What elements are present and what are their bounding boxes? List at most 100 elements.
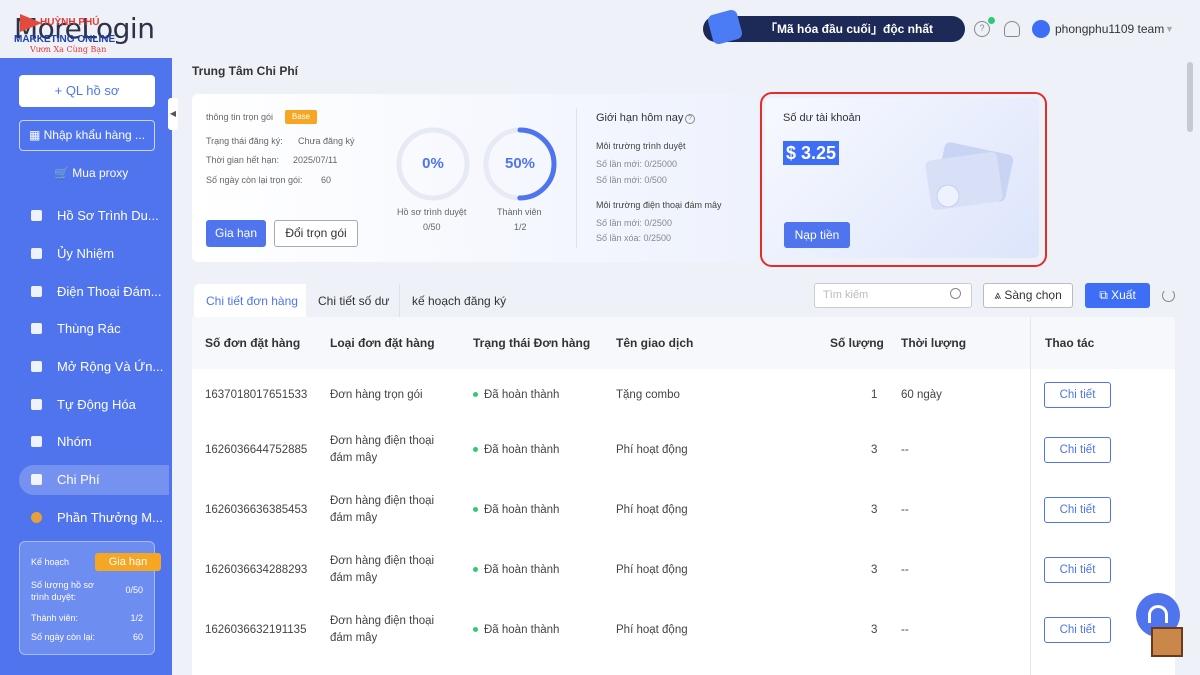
watermark-line2: MARKETING ONLINE — [14, 34, 116, 45]
sidebar-item-trash[interactable]: Thùng Rác — [19, 314, 169, 344]
plan-members-value: 1/2 — [130, 613, 143, 623]
sidebar-item-delegate[interactable]: Ủy Nhiệm — [19, 239, 169, 269]
status-dot — [473, 627, 478, 633]
detail-button[interactable]: Chi tiết — [1044, 617, 1111, 643]
username[interactable]: phongphu1109 team — [1055, 22, 1164, 36]
new-profile-button[interactable]: + QL hồ sơ — [19, 75, 155, 107]
table-row: 1626036632191135 Đơn hàng điện thoại đám… — [192, 602, 1175, 662]
tab-balance-details[interactable]: Chi tiết số dư — [306, 284, 402, 318]
duration: -- — [901, 444, 909, 456]
sidebar-item-extensions[interactable]: Mở Rộng Và Ứn... — [19, 352, 169, 382]
detail-button[interactable]: Chi tiết — [1044, 437, 1111, 463]
renew-button[interactable]: Gia hạn — [206, 220, 266, 247]
refresh-icon[interactable] — [1162, 289, 1175, 302]
plan-title: Kế hoạch — [31, 557, 70, 567]
online-dot — [988, 17, 995, 24]
members-gauge-value: 50% — [504, 155, 536, 172]
browser-env-label: Môi trường trình duyệt — [596, 141, 686, 151]
info-icon[interactable]: ? — [685, 114, 695, 124]
import-button[interactable]: ▦ Nhập khẩu hàng ... — [19, 120, 155, 151]
cost-icon — [31, 474, 42, 485]
orders-table: Số đơn đặt hàng Loại đơn đặt hàng Trạng … — [192, 317, 1175, 675]
sidebar-collapse-button[interactable]: ◀ — [168, 98, 178, 130]
filter-button[interactable]: ⩓ Sàng chọn — [983, 283, 1073, 308]
detail-button[interactable]: Chi tiết — [1044, 382, 1111, 408]
sidebar-item-label: Phần Thưởng M... — [57, 510, 163, 525]
scrollbar[interactable] — [1187, 62, 1193, 132]
profiles-gauge-sub: 0/50 — [423, 222, 441, 232]
help-circle-icon[interactable]: ? — [974, 21, 990, 37]
browser-new-1: Số lần mới: 0/25000 — [596, 159, 677, 169]
bell-icon[interactable] — [1004, 21, 1020, 37]
base-badge: Base — [285, 110, 317, 124]
proxy-label: Mua proxy — [72, 166, 129, 180]
extension-icon — [31, 361, 42, 372]
order-type-line2: đám mây — [330, 572, 378, 584]
browser-new-2: Số lần mới: 0/500 — [596, 175, 667, 185]
change-plan-button[interactable]: Đổi trọn gói — [274, 220, 358, 247]
order-type: Đơn hàng trọn gói — [330, 389, 423, 401]
filter-label: Sàng chọn — [1004, 288, 1062, 302]
cloud-new: Số lần mới: 0/2500 — [596, 218, 672, 228]
promo-banner[interactable]: 「Mã hóa đầu cuối」độc nhất — [703, 16, 965, 42]
headset-icon — [1148, 605, 1168, 623]
status-text: Đã hoàn thành — [484, 389, 560, 401]
plan-profiles-label: Số lượng hồ sơ trình duyệt: — [31, 580, 94, 602]
reward-icon — [31, 512, 42, 523]
tab-order-details[interactable]: Chi tiết đơn hàng — [194, 284, 310, 318]
col-quantity: Số lượng — [830, 336, 884, 350]
status-text: Đã hoàn thành — [484, 504, 560, 516]
expiry-label: Thời gian hết hạn: — [206, 155, 279, 165]
sidebar-item-group[interactable]: Nhóm — [19, 427, 169, 457]
chevron-down-icon[interactable]: ▼ — [1165, 24, 1174, 34]
sidebar-item-label: Ủy Nhiệm — [57, 246, 115, 261]
search-icon[interactable] — [950, 288, 961, 299]
group-icon — [31, 436, 42, 447]
status-text: Đã hoàn thành — [484, 564, 560, 576]
sidebar-item-browser-profiles[interactable]: Hồ Sơ Trình Du... — [19, 201, 169, 231]
detail-button[interactable]: Chi tiết — [1044, 497, 1111, 523]
duration: -- — [901, 624, 909, 636]
sidebar-item-label: Tự Động Hóa — [57, 397, 136, 412]
duration: -- — [901, 564, 909, 576]
days-left-label: Số ngày còn lại trọn gói: — [206, 175, 303, 185]
search-input[interactable]: Tìm kiếm — [814, 283, 972, 308]
plan-members-label: Thành viên: — [31, 613, 79, 623]
plan-days-value: 60 — [132, 632, 143, 642]
sidebar-item-automation[interactable]: Tự Động Hóa — [19, 390, 169, 420]
tab-subscription-plan[interactable]: kế hoạch đăng ký — [399, 284, 519, 318]
top-bar — [0, 0, 1200, 58]
transaction-name: Phí hoạt động — [616, 444, 688, 456]
status-dot — [473, 507, 478, 513]
buy-proxy-link[interactable]: 🛒 Mua proxy — [54, 166, 128, 180]
sidebar-item-reward[interactable]: Phần Thưởng M... — [19, 503, 169, 525]
order-type: Đơn hàng điện thoại — [330, 615, 435, 627]
quantity: 3 — [871, 444, 878, 456]
col-duration: Thời lượng — [901, 336, 967, 350]
watermark-line1: HUỲNH PHÚ — [40, 17, 100, 28]
highlight-frame — [760, 92, 1047, 267]
sidebar-item-label: Mở Rộng Và Ứn... — [57, 359, 164, 374]
export-button[interactable]: ⧉ Xuất — [1085, 283, 1150, 308]
chest-icon[interactable] — [1151, 627, 1183, 657]
quantity: 3 — [871, 624, 878, 636]
order-status: Đã hoàn thành — [473, 444, 559, 456]
sidebar-item-cloud-phone[interactable]: Điện Thoại Đám... — [19, 277, 169, 307]
sidebar-item-label: Hồ Sơ Trình Du... — [57, 208, 159, 223]
avatar[interactable] — [1032, 20, 1050, 38]
members-gauge-sub: 1/2 — [514, 222, 527, 232]
plan-profiles-value: 0/50 — [125, 585, 143, 595]
status-dot — [473, 392, 478, 398]
quantity: 3 — [871, 504, 878, 516]
col-order-id: Số đơn đặt hàng — [205, 336, 301, 350]
sidebar-item-cost[interactable]: Chi Phí — [19, 465, 169, 495]
order-type: Đơn hàng điện thoại — [330, 555, 435, 567]
table-row: 1626036634288293 Đơn hàng điện thoại đám… — [192, 542, 1175, 602]
expiry-value: 2025/07/11 — [293, 155, 338, 165]
sidebar-renew-button[interactable]: Gia hạn — [95, 553, 161, 571]
import-label: Nhập khẩu hàng ... — [43, 128, 146, 142]
table-row: 1626036636385453 Đơn hàng điện thoại đám… — [192, 482, 1175, 542]
plan-summary: Kế hoạch Gia hạn Số lượng hồ sơ trình du… — [19, 541, 161, 655]
detail-button[interactable]: Chi tiết — [1044, 557, 1111, 583]
quantity: 1 — [871, 389, 878, 401]
